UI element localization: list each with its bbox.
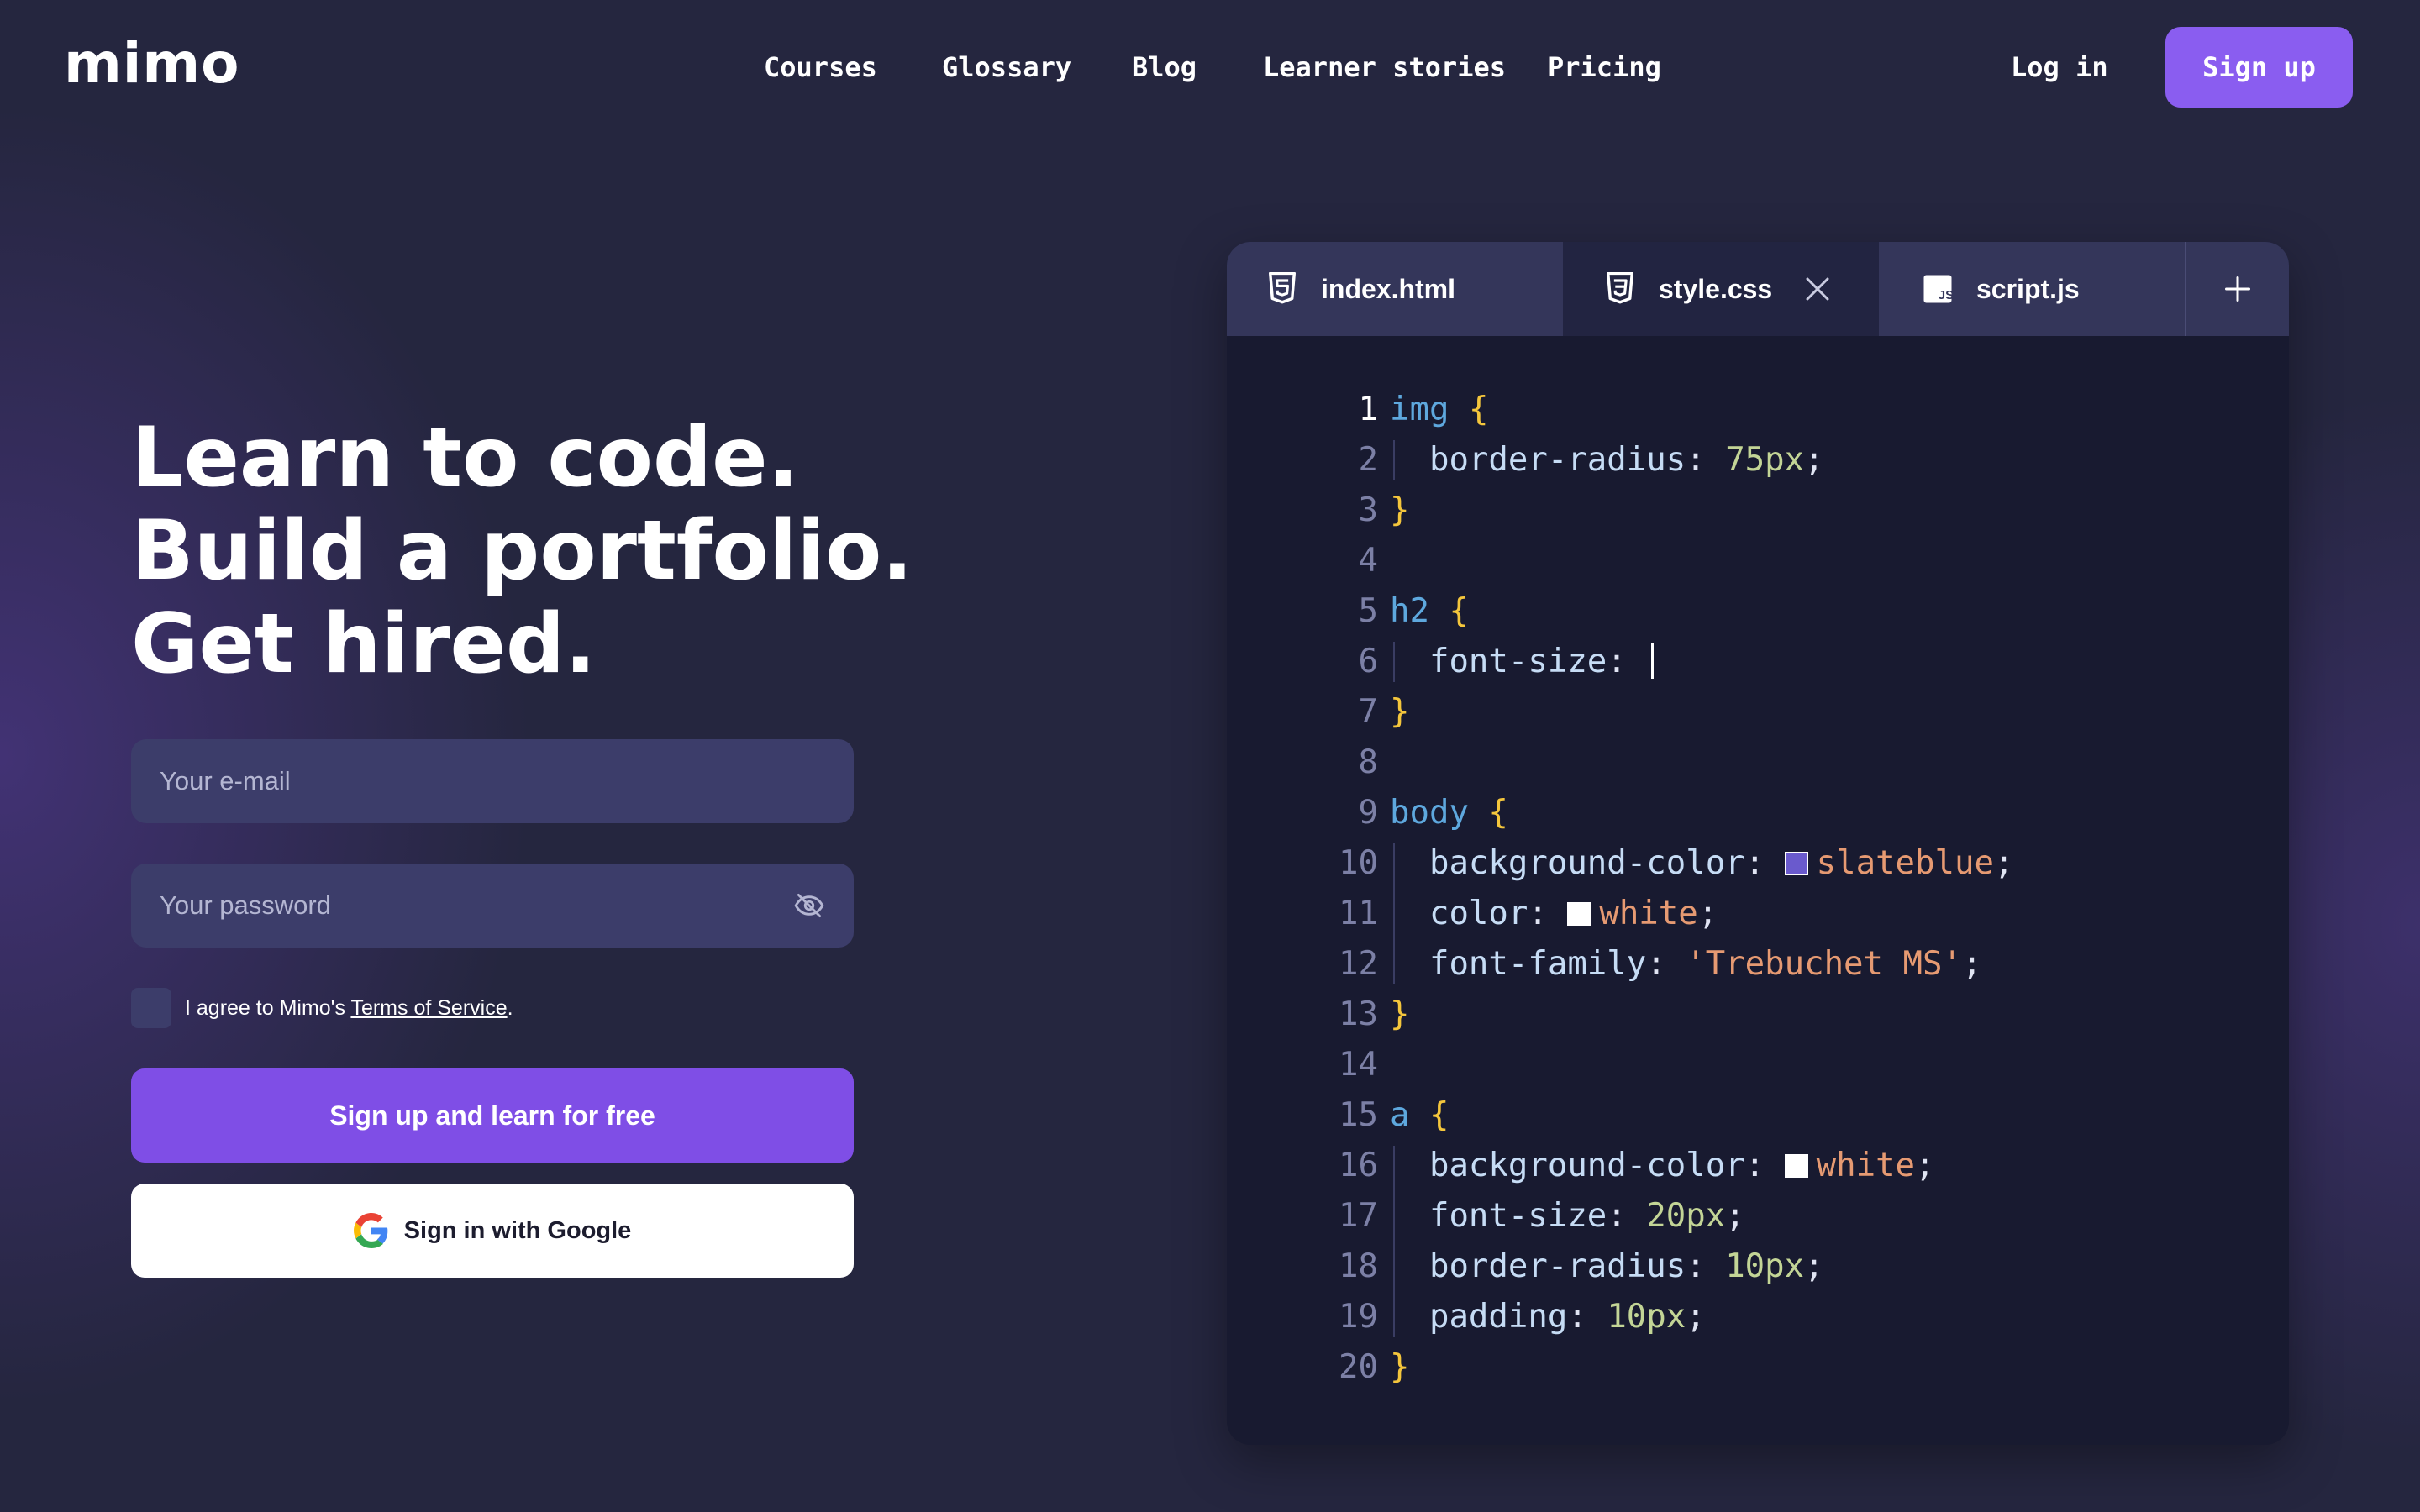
login-link[interactable]: Log in bbox=[2011, 42, 2108, 92]
plus-icon bbox=[2225, 276, 2250, 302]
password-input[interactable] bbox=[131, 864, 854, 948]
google-signin-label: Sign in with Google bbox=[403, 1216, 632, 1244]
terms-agreement: I agree to Mimo's Terms of Service. bbox=[131, 988, 513, 1028]
line-number: 2 bbox=[1358, 441, 1378, 479]
color-swatch-slateblue[interactable] bbox=[1784, 852, 1808, 875]
line-number: 6 bbox=[1358, 643, 1378, 680]
color-swatch-white[interactable] bbox=[1784, 1154, 1808, 1178]
css3-icon bbox=[1607, 272, 1634, 304]
mimo-logo[interactable]: mimo bbox=[64, 32, 240, 96]
code-line: border-radius: 75px; bbox=[1428, 441, 1824, 479]
text-cursor bbox=[1651, 643, 1655, 679]
google-signin-button[interactable]: Sign in with Google bbox=[131, 1184, 854, 1278]
editor-tabs: index.html style.css JS script.js bbox=[1227, 242, 2289, 336]
code-line: font-size: bbox=[1390, 637, 1655, 687]
line-number: 11 bbox=[1339, 895, 1378, 932]
nav-item-blog[interactable]: Blog bbox=[1132, 42, 1197, 92]
code-line: } bbox=[1390, 693, 1410, 731]
tab-index-html-label: index.html bbox=[1321, 273, 1456, 304]
hero-heading: Learn to code. Build a portfolio. Get hi… bbox=[131, 412, 913, 691]
code-line: } bbox=[1390, 491, 1410, 529]
line-number: 4 bbox=[1358, 542, 1378, 580]
tab-style-css-label: style.css bbox=[1659, 273, 1773, 304]
code-line: } bbox=[1390, 1348, 1410, 1386]
signup-free-button[interactable]: Sign up and learn for free bbox=[131, 1068, 854, 1163]
line-number: 17 bbox=[1339, 1197, 1378, 1235]
line-number: 16 bbox=[1339, 1147, 1378, 1184]
color-swatch-white[interactable] bbox=[1567, 902, 1591, 926]
code-line: img { bbox=[1390, 391, 1489, 428]
line-number: 10 bbox=[1339, 844, 1378, 882]
eye-off-icon[interactable] bbox=[793, 890, 825, 921]
google-icon bbox=[353, 1213, 388, 1248]
email-field-wrapper bbox=[131, 739, 854, 823]
line-number: 14 bbox=[1339, 1046, 1378, 1084]
hero-line-2: Build a portfolio. bbox=[131, 503, 913, 599]
line-number: 7 bbox=[1358, 693, 1378, 731]
line-number: 1 bbox=[1358, 391, 1378, 428]
add-file-button[interactable] bbox=[2185, 242, 2289, 336]
signup-button[interactable]: Sign up bbox=[2165, 27, 2353, 108]
line-number: 12 bbox=[1339, 945, 1378, 983]
line-number: 3 bbox=[1358, 491, 1378, 529]
line-number: 19 bbox=[1339, 1298, 1378, 1336]
html5-icon bbox=[1269, 272, 1296, 304]
code-editor: index.html style.css JS script.js 1 2 3 … bbox=[1227, 242, 2289, 1445]
line-number: 15 bbox=[1339, 1096, 1378, 1134]
tab-script-js-label: script.js bbox=[1976, 273, 2080, 304]
line-number: 8 bbox=[1358, 743, 1378, 781]
svg-text:JS: JS bbox=[1939, 288, 1953, 302]
terms-of-service-link[interactable]: Terms of Service bbox=[350, 996, 507, 1020]
line-number: 20 bbox=[1339, 1348, 1378, 1386]
nav-item-pricing[interactable]: Pricing bbox=[1548, 42, 1661, 92]
hero-line-3: Get hired. bbox=[131, 596, 597, 692]
nav-item-learner-stories[interactable]: Learner stories bbox=[1263, 42, 1506, 92]
code-line: color: white; bbox=[1428, 895, 1718, 932]
terms-label: I agree to Mimo's Terms of Service. bbox=[185, 995, 513, 1020]
nav-item-courses[interactable]: Courses bbox=[764, 42, 877, 92]
tab-index-html[interactable]: index.html bbox=[1227, 242, 1563, 336]
close-icon[interactable] bbox=[1802, 274, 1833, 304]
terms-checkbox[interactable] bbox=[131, 988, 171, 1028]
code-line: background-color: slateblue; bbox=[1428, 844, 2014, 882]
nav-item-glossary[interactable]: Glossary bbox=[942, 42, 1071, 92]
code-line: background-color: white; bbox=[1428, 1147, 1935, 1184]
code-line: a { bbox=[1390, 1096, 1449, 1134]
line-number: 5 bbox=[1358, 592, 1378, 630]
line-number: 9 bbox=[1358, 794, 1378, 832]
code-line: font-size: 20px; bbox=[1428, 1197, 1745, 1235]
line-number: 18 bbox=[1339, 1247, 1378, 1285]
code-line: h2 { bbox=[1390, 592, 1469, 630]
code-line: font-family: 'Trebuchet MS'; bbox=[1428, 945, 1982, 983]
code-line: body { bbox=[1390, 794, 1508, 832]
hero-line-1: Learn to code. bbox=[131, 410, 799, 506]
code-line: border-radius: 10px; bbox=[1428, 1247, 1824, 1285]
tab-style-css[interactable]: style.css bbox=[1563, 242, 1879, 336]
code-line: } bbox=[1390, 995, 1410, 1033]
code-line: padding: 10px; bbox=[1428, 1298, 1706, 1336]
password-field-wrapper bbox=[131, 864, 854, 948]
js-icon: JS bbox=[1923, 275, 1953, 303]
tab-script-js[interactable]: JS script.js bbox=[1879, 242, 2185, 336]
email-input[interactable] bbox=[131, 739, 854, 823]
line-number: 13 bbox=[1339, 995, 1378, 1033]
